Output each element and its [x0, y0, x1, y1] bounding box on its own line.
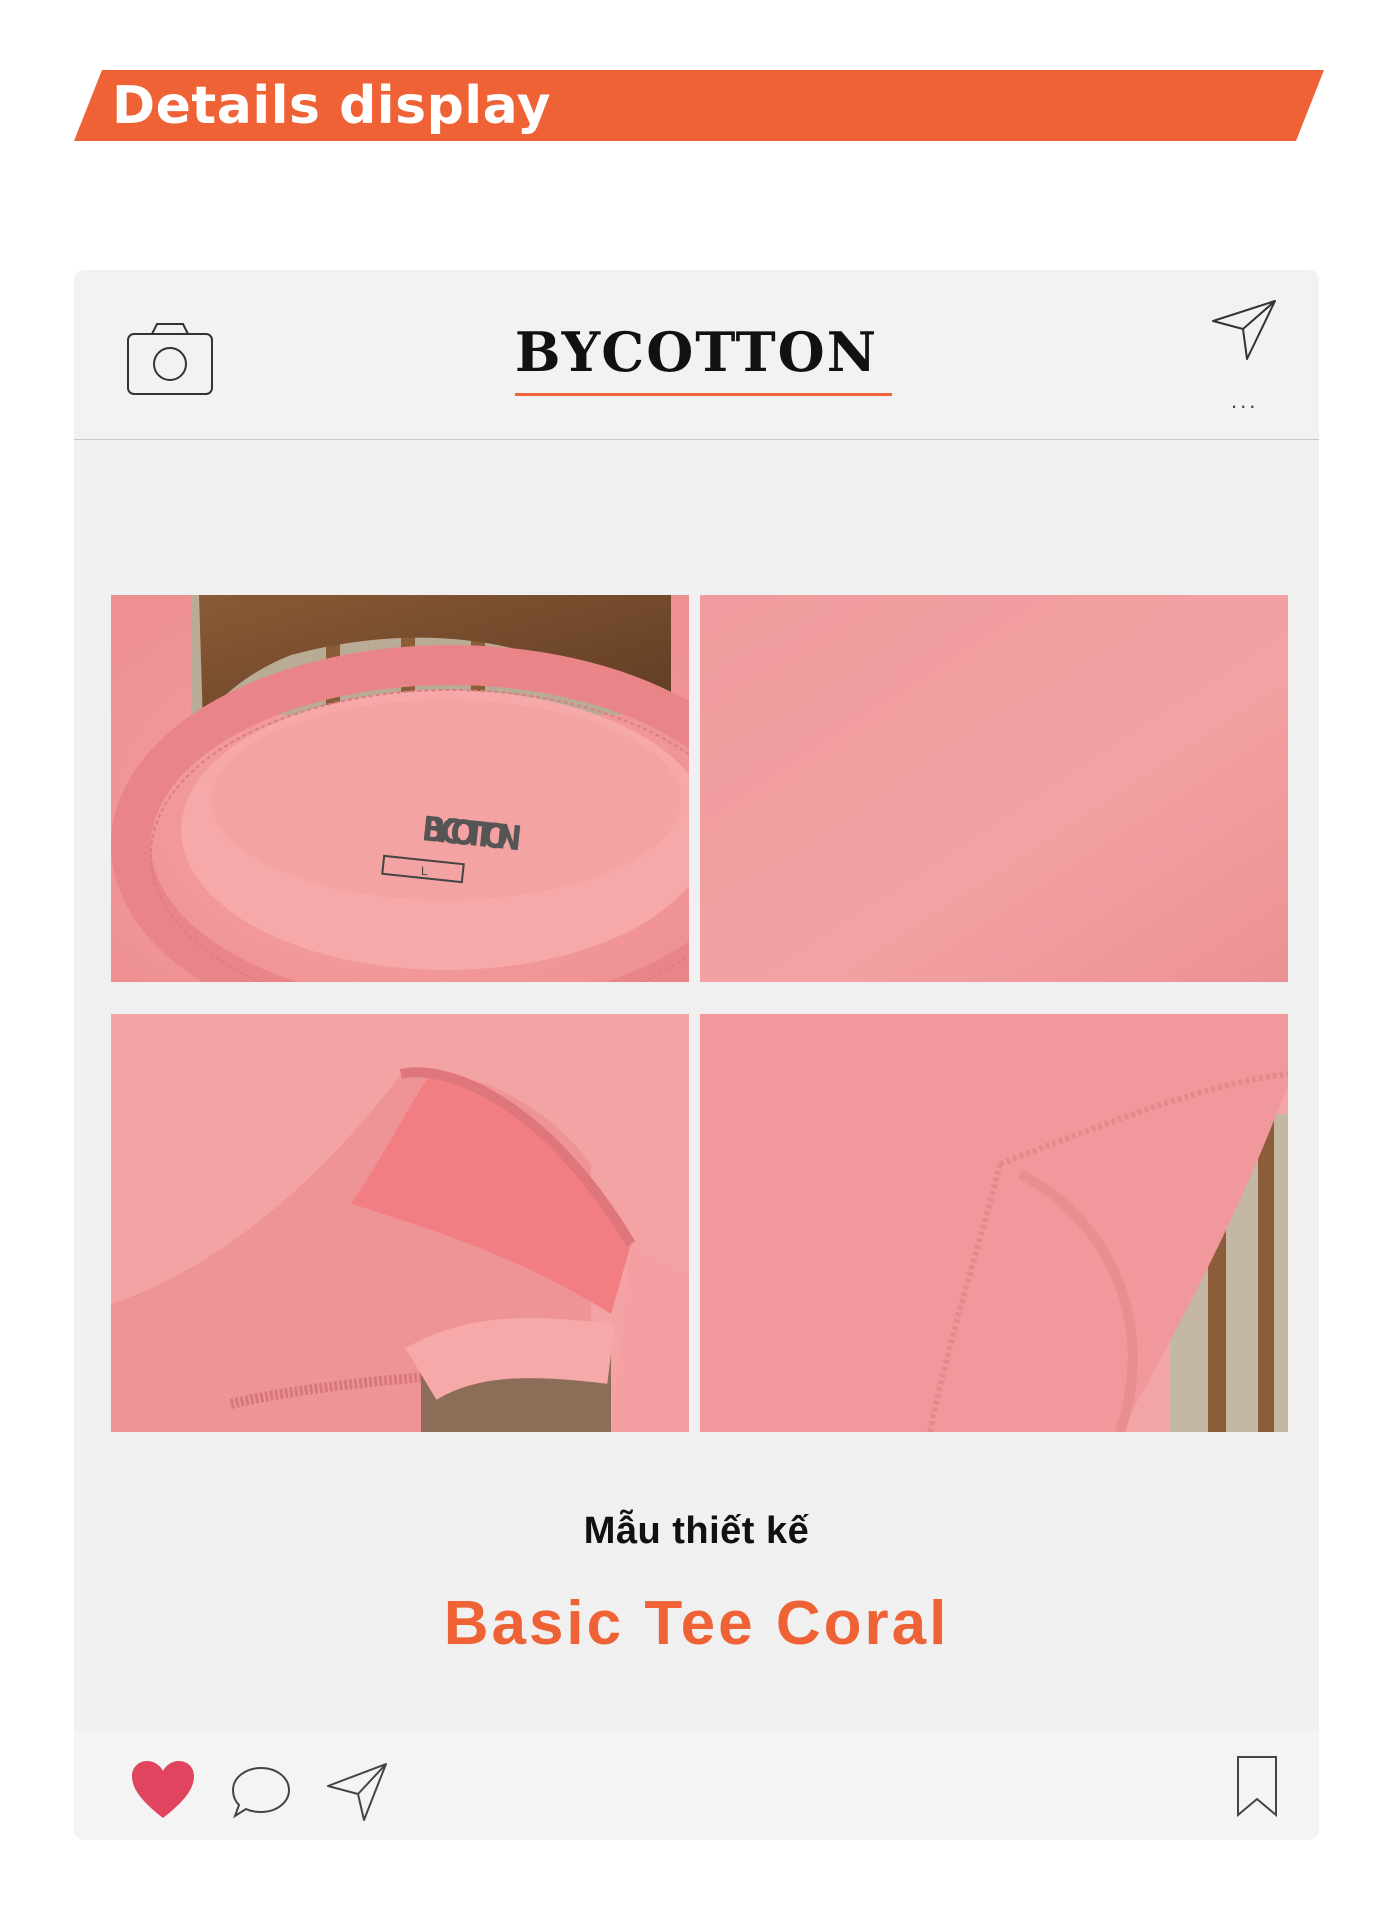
bookmark-icon[interactable] — [1234, 1755, 1280, 1817]
more-icon[interactable]: ... — [1231, 390, 1258, 412]
section-title: Details display — [112, 76, 552, 136]
brand-title: BYCOTTON — [514, 320, 879, 384]
collar-label-size: L — [421, 864, 428, 878]
photo-hem — [111, 1014, 689, 1432]
card-footer — [74, 1730, 1319, 1840]
send-icon[interactable] — [1209, 295, 1279, 365]
product-name: Basic Tee Coral — [443, 1589, 950, 1658]
comment-icon[interactable] — [229, 1762, 293, 1822]
photo-collar: BYCOTTON L — [111, 595, 689, 982]
photo-sleeve — [700, 1014, 1288, 1432]
product-card: BYCOTTON ... BYCOTTON L Mẫu thiết kế Bas… — [74, 270, 1319, 1840]
photo-fabric — [700, 595, 1288, 982]
share-icon[interactable] — [324, 1758, 390, 1824]
heart-icon[interactable] — [130, 1760, 196, 1820]
caption-subtitle: Mẫu thiết kế — [583, 1510, 810, 1552]
brand-underline — [515, 393, 892, 396]
card-header: BYCOTTON ... — [74, 270, 1319, 440]
